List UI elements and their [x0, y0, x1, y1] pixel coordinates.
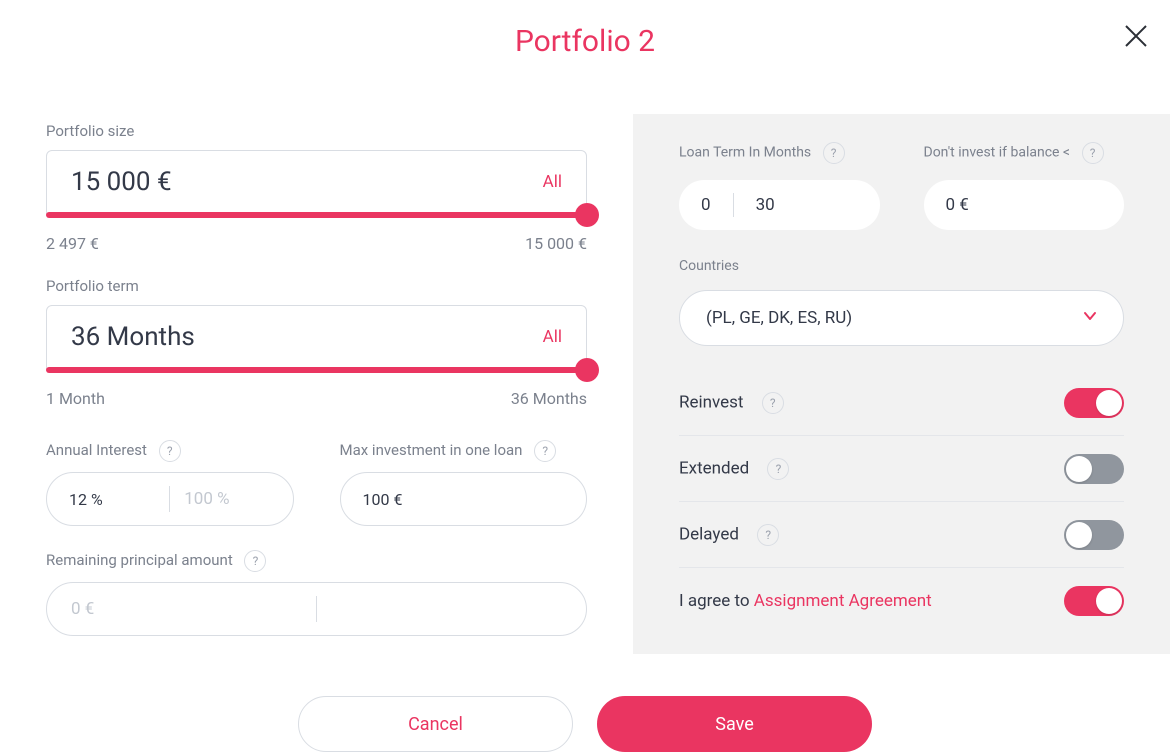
- page-title: Portfolio 2: [0, 24, 1170, 59]
- dont-invest-label: Don't invest if balance < ?: [924, 142, 1125, 164]
- help-icon[interactable]: ?: [757, 524, 779, 546]
- reinvest-toggle[interactable]: [1064, 388, 1124, 418]
- help-icon[interactable]: ?: [767, 458, 789, 480]
- delayed-label: Delayed: [679, 524, 739, 544]
- extended-label: Extended: [679, 458, 749, 478]
- assignment-agreement-link[interactable]: Assignment Agreement: [754, 591, 932, 611]
- max-investment-input[interactable]: 100 €: [340, 472, 588, 526]
- portfolio-size-min: 2 497 €: [46, 234, 99, 253]
- annual-interest-min: 12 %: [69, 490, 155, 509]
- close-icon[interactable]: [1122, 22, 1150, 50]
- portfolio-term-label: Portfolio term: [46, 277, 587, 295]
- countries-value: (PL, GE, DK, ES, RU): [706, 308, 852, 328]
- help-icon[interactable]: ?: [1082, 142, 1104, 164]
- max-investment-label: Max investment in one loan ?: [340, 440, 588, 462]
- remaining-principal-input[interactable]: [46, 582, 587, 636]
- remaining-principal-label: Remaining principal amount ?: [46, 550, 587, 572]
- portfolio-term-box[interactable]: 36 Months All: [46, 305, 587, 369]
- portfolio-term-max: 36 Months: [511, 389, 587, 408]
- max-investment-value: 100 €: [363, 490, 403, 509]
- slider-handle-icon[interactable]: [575, 203, 599, 227]
- help-icon[interactable]: ?: [762, 392, 784, 414]
- save-button[interactable]: Save: [597, 696, 872, 752]
- help-icon[interactable]: ?: [159, 440, 181, 462]
- loan-term-max: 30: [756, 195, 775, 215]
- help-icon[interactable]: ?: [823, 142, 845, 164]
- portfolio-size-all-link[interactable]: All: [543, 172, 562, 192]
- annual-interest-label: Annual Interest ?: [46, 440, 294, 462]
- loan-term-input[interactable]: 0 30: [679, 180, 880, 230]
- portfolio-term-all-link[interactable]: All: [543, 327, 562, 347]
- delayed-toggle[interactable]: [1064, 520, 1124, 550]
- countries-label: Countries: [679, 258, 1124, 274]
- cancel-button[interactable]: Cancel: [298, 696, 573, 752]
- help-icon[interactable]: ?: [534, 440, 556, 462]
- loan-term-min: 0: [701, 195, 711, 215]
- portfolio-size-label: Portfolio size: [46, 122, 587, 140]
- chevron-down-icon: [1083, 308, 1097, 328]
- portfolio-size-box[interactable]: 15 000 € All: [46, 150, 587, 214]
- remaining-principal-min-input[interactable]: [69, 598, 302, 620]
- loan-term-label: Loan Term In Months ?: [679, 142, 880, 164]
- portfolio-size-slider[interactable]: [46, 212, 587, 220]
- agree-prefix: I agree to: [679, 591, 754, 611]
- annual-interest-max-placeholder: 100 %: [184, 489, 270, 509]
- portfolio-term-value: 36 Months: [71, 322, 195, 352]
- dont-invest-value: 0 €: [946, 195, 969, 215]
- countries-select[interactable]: (PL, GE, DK, ES, RU): [679, 290, 1124, 346]
- portfolio-term-min: 1 Month: [46, 389, 105, 408]
- portfolio-term-slider[interactable]: [46, 367, 587, 375]
- remaining-principal-max-input[interactable]: [331, 598, 564, 620]
- portfolio-size-value: 15 000 €: [71, 167, 172, 197]
- slider-handle-icon[interactable]: [575, 358, 599, 382]
- reinvest-label: Reinvest: [679, 392, 744, 412]
- agree-toggle[interactable]: [1064, 586, 1124, 616]
- dont-invest-input[interactable]: 0 €: [924, 180, 1125, 230]
- annual-interest-input[interactable]: 12 % 100 %: [46, 472, 294, 526]
- portfolio-size-max: 15 000 €: [525, 234, 587, 253]
- help-icon[interactable]: ?: [244, 550, 266, 572]
- extended-toggle[interactable]: [1064, 454, 1124, 484]
